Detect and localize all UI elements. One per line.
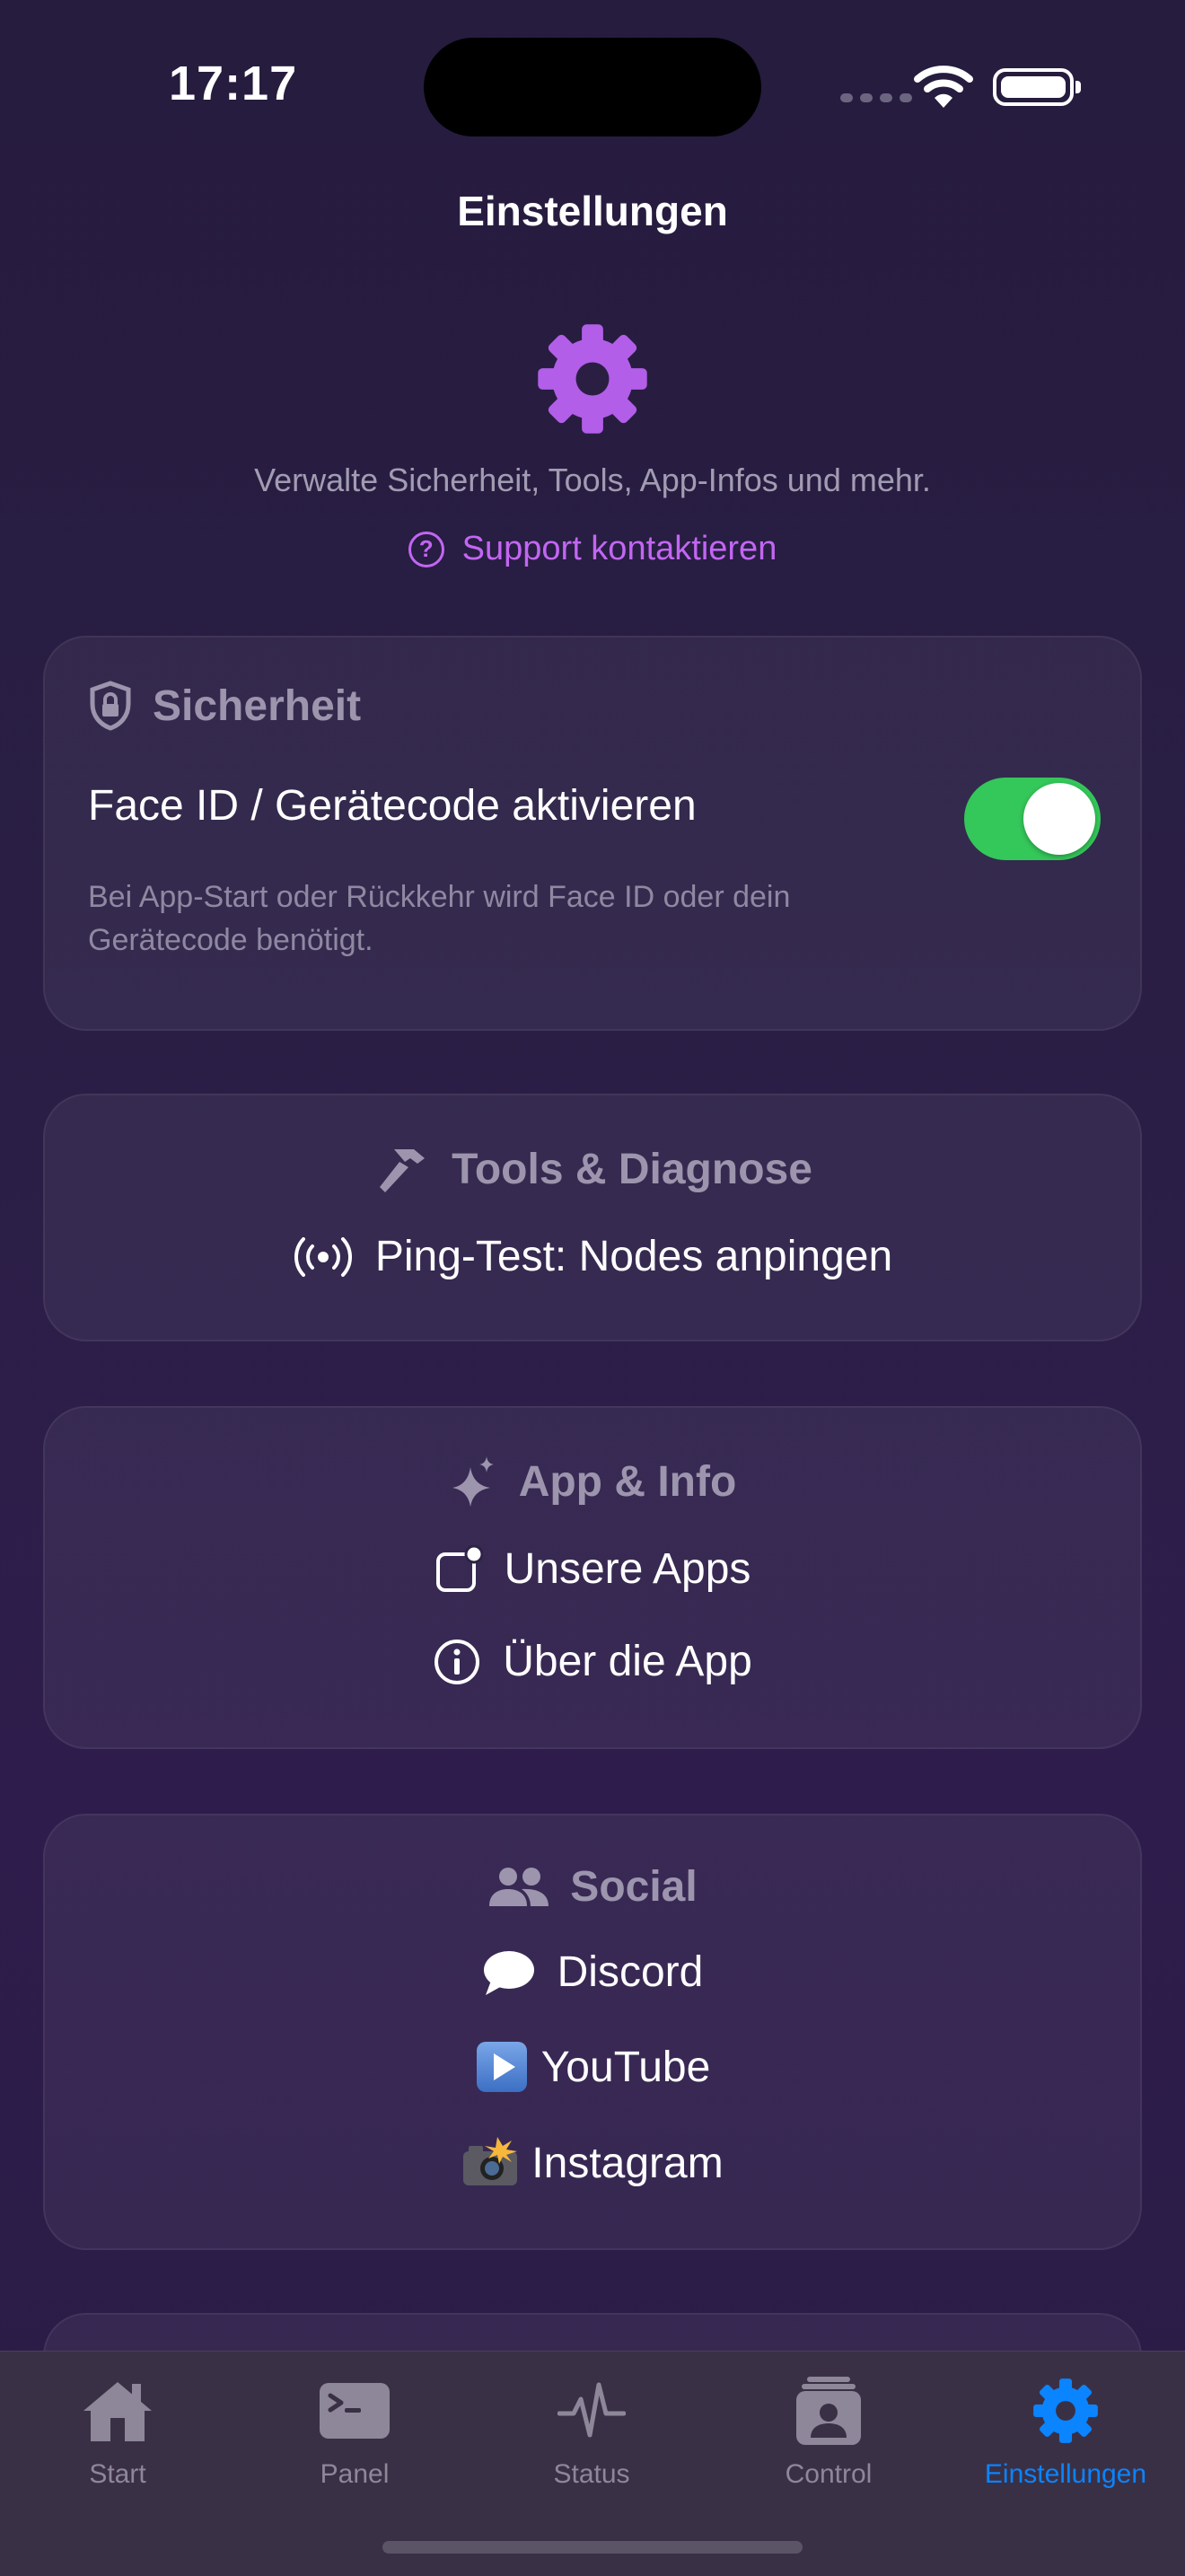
id-card-icon: [796, 2377, 861, 2445]
antenna-icon: [294, 1236, 352, 1277]
ping-test-label: Ping-Test: Nodes anpingen: [374, 1233, 893, 1280]
speech-bubble-icon: [483, 1950, 534, 1995]
tab-einstellungen[interactable]: Einstellungen: [976, 2368, 1155, 2490]
dynamic-island: [424, 38, 761, 136]
wifi-icon: [914, 66, 973, 108]
tab-einstellungen-label: Einstellungen: [984, 2459, 1147, 2489]
tab-start[interactable]: Start: [28, 2368, 207, 2490]
people-icon: [489, 1867, 549, 1906]
discord-row[interactable]: Discord: [45, 1947, 1140, 1997]
tab-status-label: Status: [553, 2459, 630, 2489]
instagram-label: Instagram: [531, 2139, 724, 2187]
security-hint: Bei App-Start oder Rückkehr wird Face ID…: [88, 880, 791, 957]
tab-status[interactable]: Status: [502, 2368, 681, 2490]
header-subtitle: Verwalte Sicherheit, Tools, App-Infos un…: [254, 462, 931, 498]
status-time: 17:17: [169, 57, 298, 110]
app-info-card: App & Info Unsere Apps Über die App: [43, 1406, 1142, 1749]
tools-card: Tools & Diagnose Ping-Test: Nodes anping…: [43, 1094, 1142, 1341]
tab-panel-label: Panel: [320, 2459, 390, 2489]
home-indicator: [382, 2541, 803, 2554]
tools-title: Tools & Diagnose: [452, 1145, 812, 1193]
social-card: Social Discord YouTube Instagram: [43, 1814, 1142, 2250]
tab-control[interactable]: Control: [739, 2368, 918, 2490]
social-header: Social: [45, 1862, 1140, 1912]
discord-label: Discord: [557, 1948, 704, 1996]
tab-panel[interactable]: Panel: [265, 2368, 444, 2490]
gear-icon: [1033, 2378, 1098, 2443]
our-apps-label: Unsere Apps: [504, 1545, 751, 1593]
app-info-header: App & Info: [45, 1455, 1140, 1508]
support-link[interactable]: ? Support kontaktieren: [0, 530, 1185, 568]
info-icon: [434, 1639, 480, 1684]
security-header: Sicherheit: [88, 681, 1097, 731]
app-badge-icon: [435, 1544, 483, 1592]
house-icon: [83, 2382, 152, 2441]
waveform-icon: [557, 2382, 626, 2438]
tools-header: Tools & Diagnose: [45, 1142, 1140, 1196]
camera-flash-icon: [463, 2137, 518, 2185]
youtube-row[interactable]: YouTube: [45, 2040, 1140, 2094]
security-title: Sicherheit: [153, 681, 362, 730]
hammer-icon: [380, 1149, 426, 1192]
about-app-row[interactable]: Über die App: [45, 1637, 1140, 1686]
app-info-title: App & Info: [518, 1457, 737, 1506]
page-title: Einstellungen: [457, 188, 728, 234]
battery-icon: [993, 68, 1081, 106]
about-app-label: Über die App: [503, 1638, 752, 1685]
security-card: Sicherheit Face ID / Gerätecode aktivier…: [43, 636, 1142, 1031]
shield-lock-icon: [90, 681, 131, 731]
status-bar: 17:17: [0, 0, 1185, 180]
support-link-label: Support kontaktieren: [461, 530, 777, 567]
terminal-icon: [320, 2383, 390, 2439]
sparkles-icon: [452, 1456, 494, 1507]
question-circle-icon: ?: [408, 531, 444, 567]
ping-test-row[interactable]: Ping-Test: Nodes anpingen: [45, 1232, 1140, 1281]
play-button-icon: [476, 2042, 527, 2092]
tab-control-label: Control: [785, 2459, 873, 2489]
faceid-label: Face ID / Gerätecode aktivieren: [88, 782, 697, 830]
gear-icon: [538, 324, 647, 434]
faceid-row: Face ID / Gerätecode aktivieren: [88, 781, 1097, 831]
faceid-toggle[interactable]: [964, 778, 1101, 860]
cellular-signal-icon: [840, 93, 912, 102]
tab-start-label: Start: [89, 2459, 146, 2489]
social-title: Social: [570, 1863, 698, 1911]
our-apps-row[interactable]: Unsere Apps: [45, 1544, 1140, 1594]
instagram-row[interactable]: Instagram: [45, 2137, 1140, 2189]
youtube-label: YouTube: [540, 2043, 711, 2091]
